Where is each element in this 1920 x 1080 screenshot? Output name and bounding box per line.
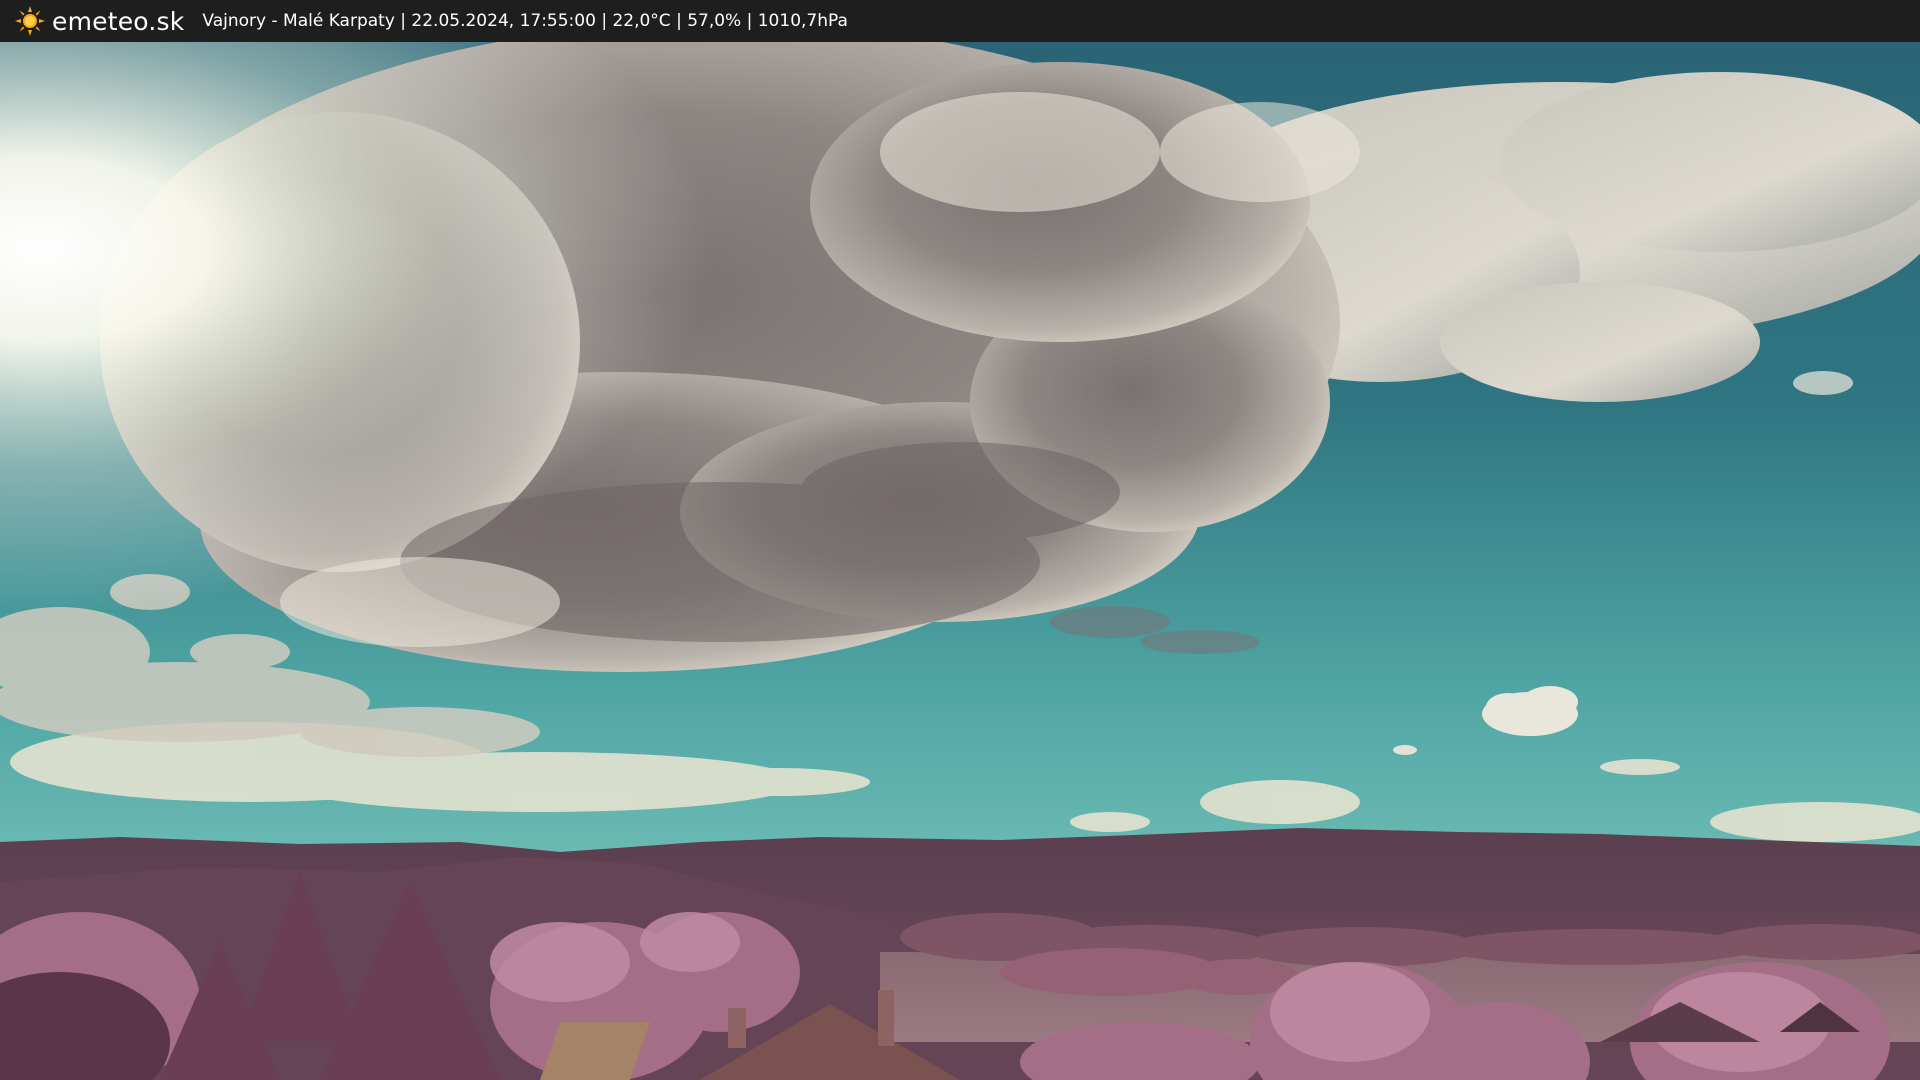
webcam-view: emeteo.sk Vajnory - Malé Karpaty | 22.05… — [0, 0, 1920, 1080]
station-info: Vajnory - Malé Karpaty | 22.05.2024, 17:… — [202, 11, 848, 31]
sun-icon — [15, 6, 45, 36]
brand-name[interactable]: emeteo.sk — [52, 7, 184, 36]
header-bar: emeteo.sk Vajnory - Malé Karpaty | 22.05… — [0, 0, 1920, 42]
webcam-image — [0, 42, 1920, 1080]
